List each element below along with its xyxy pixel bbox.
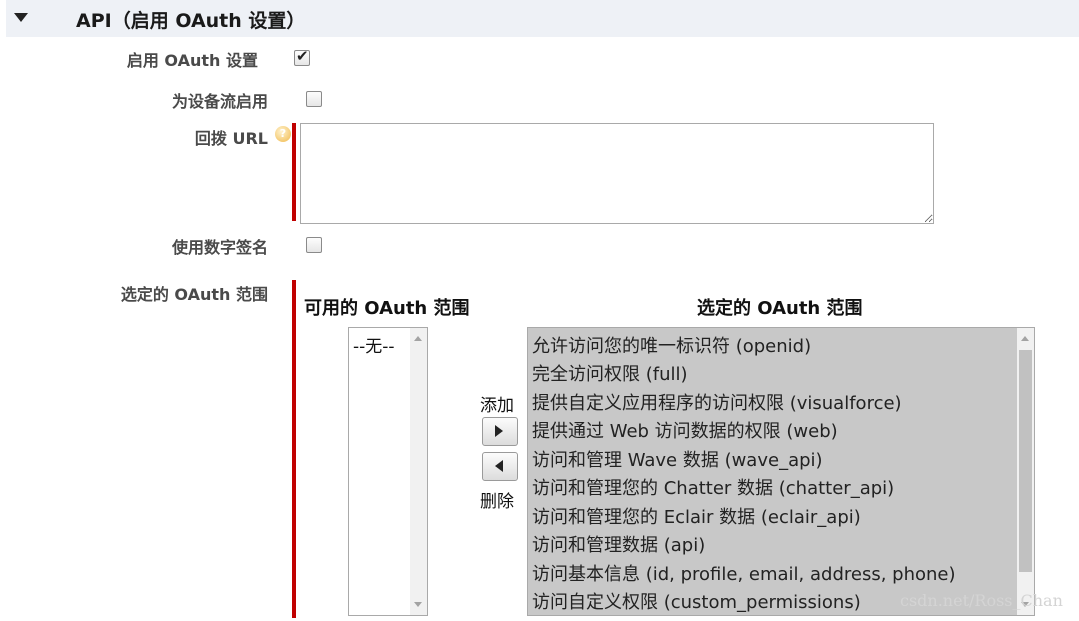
digital-signature-checkbox[interactable] [306, 237, 322, 253]
section-header: API（启用 OAuth 设置） [6, 0, 1079, 37]
list-item[interactable]: 访问和管理您的 Eclair 数据 (eclair_api) [532, 503, 861, 529]
device-flow-label: 为设备流启用 [171, 92, 268, 111]
callback-url-input[interactable] [300, 123, 934, 224]
watermark: csdn.net/Ross_Chan [900, 591, 1063, 610]
arrow-right-icon [495, 425, 503, 437]
list-item[interactable]: 完全访问权限 (full) [532, 360, 688, 386]
available-scopes-list[interactable]: --无-- [348, 327, 428, 616]
digital-signature-label: 使用数字签名 [171, 238, 268, 257]
list-item[interactable]: --无-- [353, 332, 395, 357]
scroll-up-icon[interactable] [414, 336, 422, 341]
selected-scopes-list[interactable]: 允许访问您的唯一标识符 (openid) 完全访问权限 (full) 提供自定义… [527, 327, 1035, 616]
scrollbar-thumb[interactable] [1019, 350, 1032, 572]
list-item[interactable]: 访问和管理 Wave 数据 (wave_api) [532, 446, 823, 472]
list-item[interactable]: 提供自定义应用程序的访问权限 (visualforce) [532, 389, 902, 415]
required-indicator [292, 280, 296, 618]
remove-label: 删除 [480, 492, 514, 512]
arrow-left-icon [495, 460, 503, 472]
add-label: 添加 [480, 396, 514, 416]
scrollbar[interactable] [410, 328, 427, 615]
checkmark-icon: ✔ [296, 47, 309, 65]
add-button[interactable] [482, 417, 518, 446]
remove-button[interactable] [482, 452, 518, 481]
oauth-scopes-label: 选定的 OAuth 范围 [120, 285, 268, 304]
enable-oauth-label: 启用 OAuth 设置 [126, 51, 258, 70]
device-flow-checkbox[interactable] [306, 91, 322, 107]
section-title: API（启用 OAuth 设置） [76, 10, 306, 32]
list-item[interactable]: 访问和管理数据 (api) [532, 531, 705, 557]
scrollbar[interactable] [1017, 328, 1034, 615]
callback-url-label: 回拨 URL [194, 129, 268, 148]
selected-scopes-title: 选定的 OAuth 范围 [697, 298, 863, 319]
help-icon[interactable]: ? [275, 126, 291, 142]
list-item[interactable]: 提供通过 Web 访问数据的权限 (web) [532, 417, 838, 443]
scroll-up-icon[interactable] [1021, 336, 1029, 341]
required-indicator [292, 123, 296, 221]
list-item[interactable]: 访问自定义权限 (custom_permissions) [532, 588, 861, 614]
available-scopes-title: 可用的 OAuth 范围 [304, 298, 470, 319]
enable-oauth-checkbox[interactable]: ✔ [294, 47, 310, 66]
triangle-down-icon[interactable] [14, 13, 28, 22]
list-item[interactable]: 允许访问您的唯一标识符 (openid) [532, 332, 811, 358]
scroll-down-icon[interactable] [414, 602, 422, 607]
list-item[interactable]: 访问和管理您的 Chatter 数据 (chatter_api) [532, 474, 894, 500]
list-item[interactable]: 访问基本信息 (id, profile, email, address, pho… [532, 560, 956, 586]
